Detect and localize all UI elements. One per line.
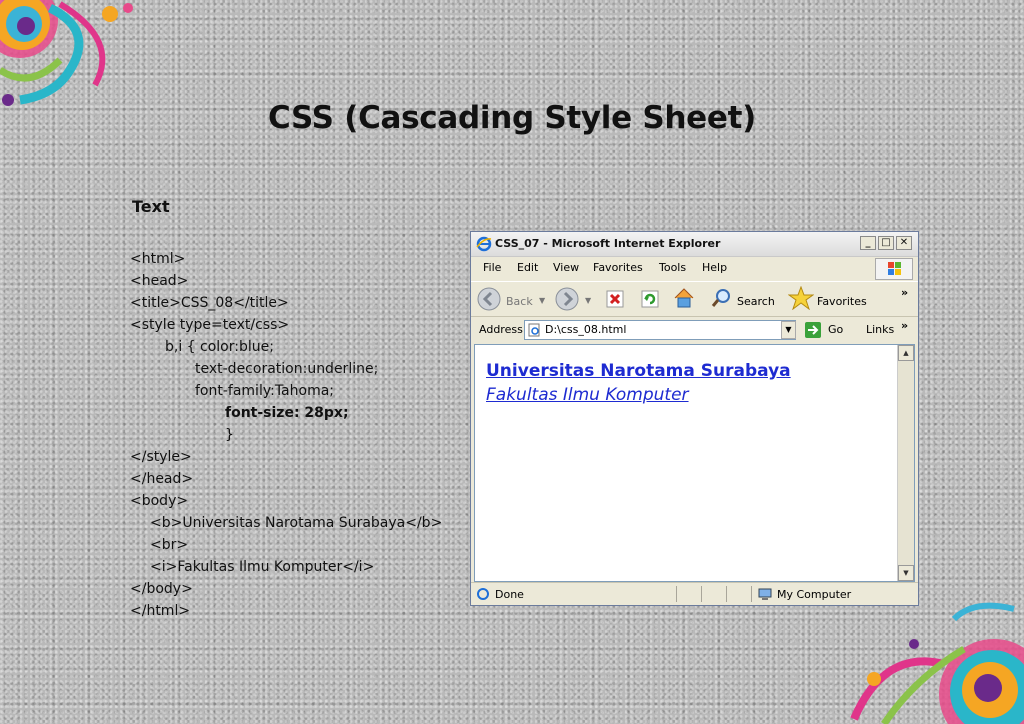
window-title: CSS_07 - Microsoft Internet Explorer: [495, 237, 721, 250]
forward-icon[interactable]: [555, 287, 579, 311]
status-page-icon: [477, 588, 489, 600]
vertical-scrollbar[interactable]: ▲ ▼: [897, 345, 914, 581]
links-more-chevron[interactable]: »: [901, 319, 908, 332]
code-line: <html>: [130, 251, 186, 267]
decorative-swirl-bottom-right: [850, 602, 1024, 724]
browser-window: CSS_07 - Microsoft Internet Explorer _ □…: [470, 231, 919, 606]
code-line: </body>: [130, 581, 193, 597]
refresh-icon[interactable]: [640, 289, 660, 309]
back-button-label[interactable]: Back: [506, 295, 533, 308]
code-line: <br>: [150, 537, 189, 553]
maximize-button[interactable]: □: [878, 236, 894, 250]
slide-title: CSS (Cascading Style Sheet): [268, 100, 756, 136]
status-divider: [751, 586, 752, 602]
address-dropdown-icon[interactable]: ▼: [781, 321, 796, 339]
menu-tools[interactable]: Tools: [659, 261, 686, 274]
go-button-label[interactable]: Go: [828, 323, 843, 336]
menu-help[interactable]: Help: [702, 261, 727, 274]
code-line: font-family:Tahoma;: [195, 383, 335, 399]
code-line: </head>: [130, 471, 194, 487]
menu-edit[interactable]: Edit: [517, 261, 538, 274]
status-bar: Done My Computer: [471, 582, 918, 605]
address-label: Address: [479, 323, 523, 336]
code-line: <head>: [130, 273, 189, 289]
toolbar: Back ▼ ▼ Search Favorites »: [471, 281, 918, 317]
page-icon: [528, 323, 540, 337]
code-line: text-decoration:underline;: [195, 361, 379, 377]
go-arrow-icon[interactable]: [805, 322, 821, 338]
back-dropdown-icon[interactable]: ▼: [539, 296, 545, 305]
address-bar: Address D:\css_08.html ▼ Go Links »: [471, 317, 918, 343]
close-button[interactable]: ✕: [896, 236, 912, 250]
content-italic-link: Fakultas Ilmu Komputer: [486, 385, 689, 405]
search-icon[interactable]: [711, 287, 733, 309]
code-line: <b>Universitas Narotama Surabaya</b>: [150, 515, 443, 531]
favorites-star-icon[interactable]: [788, 286, 814, 310]
code-listing: <html> <head> <title>CSS_08</title> <style …: [130, 248, 470, 622]
menu-view[interactable]: View: [553, 261, 579, 274]
zone-text: My Computer: [777, 588, 852, 601]
back-icon[interactable]: [477, 287, 501, 311]
section-label: Text: [132, 197, 170, 216]
scroll-down-icon[interactable]: ▼: [898, 565, 914, 581]
menu-file[interactable]: File: [483, 261, 501, 274]
minimize-button[interactable]: _: [860, 236, 876, 250]
forward-dropdown-icon[interactable]: ▼: [585, 296, 591, 305]
status-text: Done: [495, 588, 524, 601]
status-divider: [726, 586, 727, 602]
favorites-button-label[interactable]: Favorites: [817, 295, 867, 308]
content-bold-link: Universitas Narotama Surabaya: [486, 361, 791, 381]
code-line: <style type=text/css>: [130, 317, 290, 333]
page-content: Universitas Narotama Surabaya Fakultas I…: [474, 344, 915, 582]
title-bar[interactable]: CSS_07 - Microsoft Internet Explorer _ □…: [471, 232, 918, 257]
address-input[interactable]: D:\css_08.html: [524, 320, 796, 340]
code-line: <title>CSS_08</title>: [130, 295, 289, 311]
windows-flag-icon: [875, 258, 913, 280]
status-divider: [701, 586, 702, 602]
menu-favorites[interactable]: Favorites: [593, 261, 643, 274]
scroll-up-icon[interactable]: ▲: [898, 345, 914, 361]
code-line: <body>: [130, 493, 189, 509]
search-button-label[interactable]: Search: [737, 295, 775, 308]
toolbar-more-chevron[interactable]: »: [901, 286, 908, 299]
code-line: font-size: 28px;: [225, 405, 349, 421]
links-label[interactable]: Links: [866, 323, 894, 336]
code-line: </style>: [130, 449, 192, 465]
menu-bar: File Edit View Favorites Tools Help: [471, 257, 918, 280]
status-divider: [676, 586, 677, 602]
code-line: }: [225, 427, 234, 443]
computer-icon: [758, 588, 772, 600]
code-line: b,i { color:blue;: [165, 339, 274, 355]
code-line: </html>: [130, 603, 191, 619]
home-icon[interactable]: [672, 286, 696, 310]
code-line: <i>Fakultas Ilmu Komputer</i>: [150, 559, 375, 575]
stop-icon[interactable]: [605, 289, 625, 309]
ie-logo-icon: [476, 236, 492, 252]
